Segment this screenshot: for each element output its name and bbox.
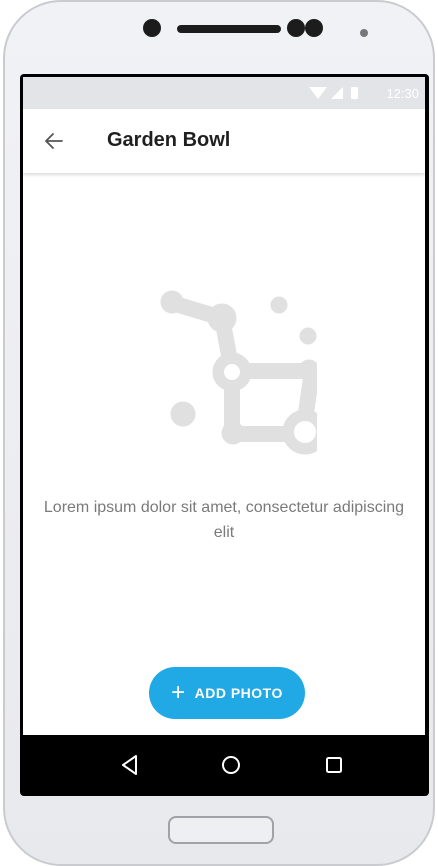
phone-frame: 12:30 Garden Bowl Lorem ipsum dolor sit … bbox=[3, 0, 435, 866]
status-time: 12:30 bbox=[386, 86, 419, 101]
add-photo-button[interactable]: + ADD PHOTO bbox=[149, 667, 305, 719]
navigation-bar bbox=[23, 737, 425, 793]
status-bar: 12:30 bbox=[23, 77, 425, 109]
sensor-dot bbox=[287, 19, 305, 37]
constellation-illustration bbox=[160, 290, 317, 455]
physical-home-button[interactable] bbox=[168, 816, 274, 844]
front-camera bbox=[143, 19, 161, 37]
add-photo-label: ADD PHOTO bbox=[194, 685, 283, 701]
app-bar: Garden Bowl bbox=[23, 109, 425, 173]
status-icons bbox=[309, 87, 358, 99]
signal-icon bbox=[331, 87, 343, 99]
screen: 12:30 Garden Bowl Lorem ipsum dolor sit … bbox=[20, 74, 429, 796]
square-recents-icon[interactable] bbox=[320, 751, 348, 779]
empty-state: Lorem ipsum dolor sit amet, consectetur … bbox=[23, 173, 425, 735]
circle-home-icon[interactable] bbox=[217, 751, 245, 779]
sensor-dot bbox=[305, 19, 323, 37]
page-title: Garden Bowl bbox=[107, 129, 231, 151]
speaker-grille bbox=[177, 25, 281, 33]
arrow-back-icon[interactable] bbox=[42, 129, 66, 153]
plus-icon: + bbox=[171, 679, 186, 706]
wifi-icon bbox=[309, 87, 327, 99]
empty-state-message: Lorem ipsum dolor sit amet, consectetur … bbox=[43, 499, 405, 541]
battery-icon bbox=[351, 87, 358, 99]
triangle-back-icon[interactable] bbox=[116, 751, 144, 779]
sensor-dot-small bbox=[360, 29, 368, 37]
